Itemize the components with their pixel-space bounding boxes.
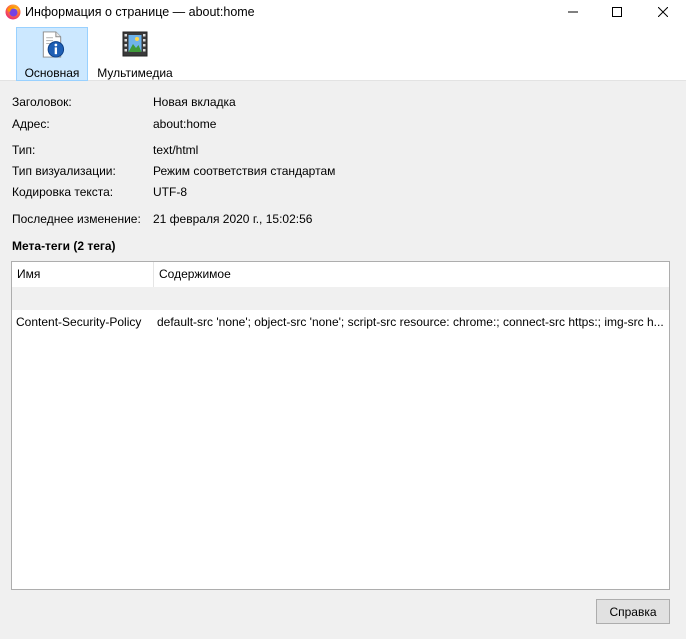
minimize-icon	[568, 11, 578, 13]
meta-tags-table[interactable]: Имя Содержимое Content-Security-Policy d…	[11, 261, 670, 590]
table-header: Имя Содержимое	[12, 262, 669, 287]
tab-general[interactable]: Основная	[16, 27, 88, 81]
maximize-button[interactable]	[594, 0, 640, 24]
column-header-name[interactable]: Имя	[12, 262, 154, 287]
cell-meta-name: Content-Security-Policy	[16, 315, 142, 329]
type-value[interactable]: text/html	[153, 143, 198, 157]
tab-media[interactable]: Мультимедиа	[93, 27, 177, 81]
cell-meta-content: default-src 'none'; object-src 'none'; s…	[157, 315, 664, 329]
encoding-value[interactable]: UTF-8	[153, 185, 187, 199]
window-title: Информация о странице — about:home	[25, 5, 255, 19]
title-value[interactable]: Новая вкладка	[153, 95, 236, 109]
help-button[interactable]: Справка	[596, 599, 670, 624]
minimize-button[interactable]	[550, 0, 596, 24]
render-mode-label: Тип визуализации:	[12, 164, 116, 178]
tab-toolbar: Основная Мультимедиа	[0, 24, 686, 81]
table-row[interactable]: Content-Security-Policy default-src 'non…	[12, 310, 669, 335]
maximize-icon	[612, 7, 622, 17]
title-bar: Информация о странице — about:home	[0, 0, 686, 24]
tab-general-label: Основная	[24, 66, 80, 80]
page-info-window: Информация о странице — about:home Основ…	[0, 0, 686, 639]
encoding-label: Кодировка текста:	[12, 185, 114, 199]
table-row-empty[interactable]	[12, 287, 669, 310]
meta-tags-heading: Мета-теги (2 тега)	[12, 239, 116, 253]
address-label: Адрес:	[12, 117, 50, 131]
address-value[interactable]: about:home	[153, 117, 216, 131]
info-document-icon	[42, 31, 65, 58]
render-mode-value[interactable]: Режим соответствия стандартам	[153, 164, 335, 178]
close-icon	[658, 7, 668, 17]
column-header-content[interactable]: Содержимое	[154, 262, 669, 287]
modified-label: Последнее изменение:	[12, 212, 141, 226]
close-button[interactable]	[640, 0, 686, 24]
media-film-icon	[122, 31, 148, 57]
tab-media-label: Мультимедиа	[97, 66, 173, 80]
title-label: Заголовок:	[12, 95, 72, 109]
modified-value[interactable]: 21 февраля 2020 г., 15:02:56	[153, 212, 312, 226]
type-label: Тип:	[12, 143, 36, 157]
firefox-icon	[5, 4, 21, 20]
